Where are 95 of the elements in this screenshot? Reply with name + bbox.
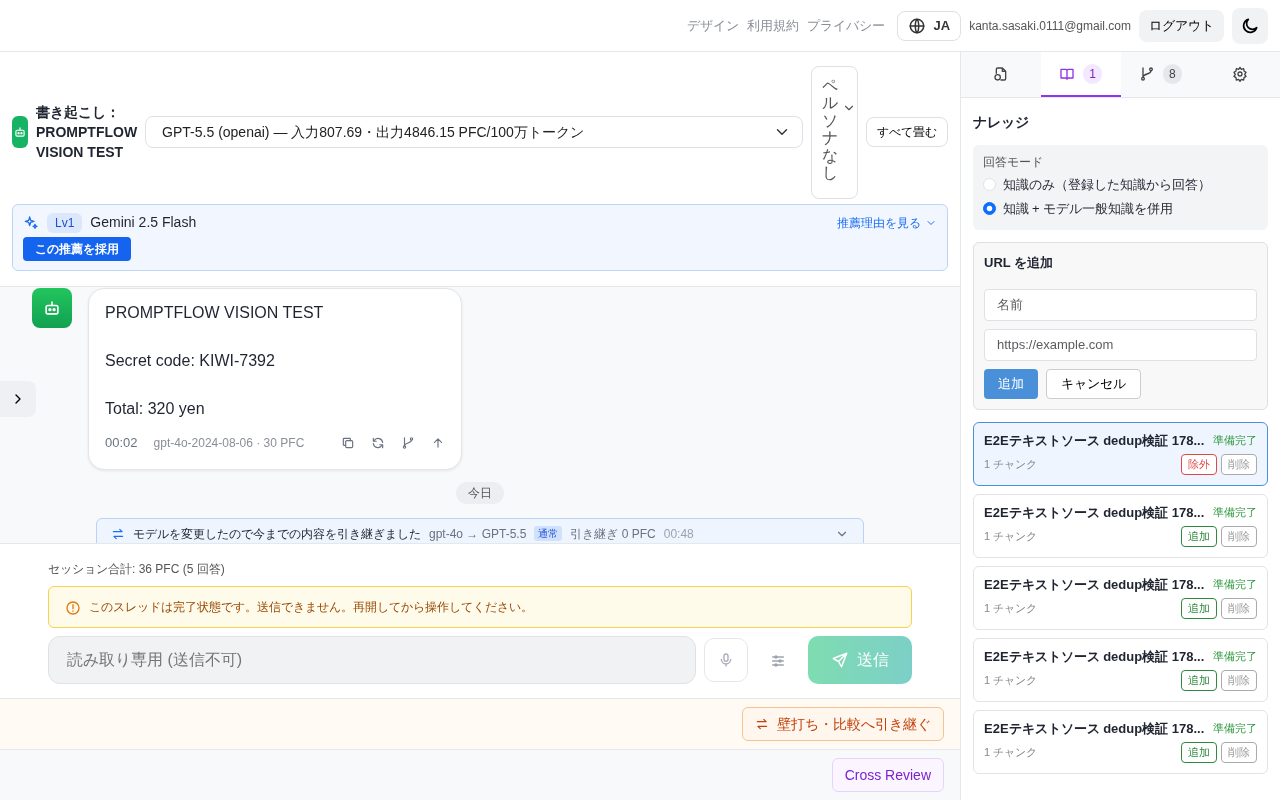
recommended-model: Gemini 2.5 Flash — [90, 213, 197, 232]
chunk-count: 1 チャンク — [984, 745, 1038, 761]
chunk-count: 1 チャンク — [984, 529, 1038, 545]
notice-text: モデルを変更したので今までの内容を引き継ぎました — [133, 525, 421, 543]
branch-icon — [1139, 65, 1156, 82]
radio-label: 知識のみ（登録した知識から回答） — [1002, 177, 1211, 192]
radio-button[interactable] — [983, 201, 996, 215]
handoff-button[interactable]: 壁打ち・比較へ引き継ぐ — [742, 707, 944, 741]
notice-time: 00:48 — [663, 525, 694, 543]
delete-button[interactable]: 削除 — [1221, 742, 1257, 763]
cancel-button[interactable]: キャンセル — [1046, 368, 1141, 399]
alert-icon — [65, 599, 81, 616]
item-status: 準備完了 — [1213, 505, 1257, 520]
add-button[interactable]: 追加 — [984, 368, 1038, 399]
session-total: セッション合計: 36 PFC (5 回答) — [48, 561, 226, 578]
item-status: 準備完了 — [1213, 433, 1257, 448]
collapse-all-button[interactable]: すべて畳む — [866, 117, 948, 147]
footer-link[interactable]: 利用規約 — [746, 15, 799, 36]
carry-cost: 引き継ぎ 0 PFC — [570, 525, 656, 543]
item-title: E2Eテキストソース dedup検証 178... — [984, 647, 1205, 666]
persona-dropdown[interactable]: ペルソナなし — [811, 65, 858, 199]
message-time: 00:02 — [105, 434, 138, 452]
level-badge: Lv1 — [47, 212, 83, 233]
exclude-button[interactable]: 除外 — [1181, 454, 1217, 475]
panel-heading: ナレッジ — [973, 113, 1030, 132]
count-badge: 8 — [1163, 63, 1182, 84]
knowledge-item[interactable]: E2Eテキストソース dedup検証 178... 準備完了 1 チャンク 追加 削除 — [973, 709, 1268, 774]
footer-link[interactable]: プライバシー — [806, 15, 885, 36]
delete-button[interactable]: 削除 — [1221, 526, 1257, 547]
swap-icon — [111, 527, 125, 542]
adopt-button[interactable]: この推薦を採用 — [23, 237, 131, 261]
panel-tab[interactable]: 1 — [1040, 52, 1121, 97]
item-title: E2Eテキストソース dedup検証 178... — [984, 575, 1205, 594]
mic-icon — [718, 652, 734, 668]
panel-tab[interactable]: 8 — [1120, 52, 1201, 97]
count-badge: 1 — [1083, 63, 1102, 84]
date-divider: 今日 — [456, 481, 504, 504]
form-title: URL を追加 — [984, 254, 1055, 272]
item-status: 準備完了 — [1213, 649, 1257, 664]
delete-button[interactable]: 削除 — [1221, 598, 1257, 619]
item-title: E2Eテキストソース dedup検証 178... — [984, 431, 1205, 450]
branch-icon — [401, 435, 415, 450]
include-button[interactable]: 追加 — [1181, 598, 1217, 619]
delete-button[interactable]: 削除 — [1221, 454, 1257, 475]
name-field[interactable]: 名前 — [984, 288, 1257, 321]
settings-icon — [1232, 65, 1249, 82]
file-icon — [992, 65, 1009, 82]
cross-review-button[interactable]: Cross Review — [831, 758, 944, 792]
arrow-up-icon — [431, 435, 445, 450]
knowledge-item[interactable]: E2Eテキストソース dedup検証 178... 準備完了 1 チャンク 追加 削除 — [973, 565, 1268, 630]
include-button[interactable]: 追加 — [1181, 526, 1217, 547]
include-button[interactable]: 追加 — [1181, 670, 1217, 691]
include-button[interactable]: 追加 — [1181, 742, 1217, 763]
message-text: Secret code: KIWI-7392 — [105, 351, 276, 371]
conversation-title: 書き起こし：PROMPTFLOW VISION TEST — [36, 102, 138, 163]
sliders-icon[interactable] — [770, 652, 786, 669]
mic-button[interactable] — [704, 638, 748, 682]
sidebar-toggle[interactable] — [0, 381, 36, 417]
user-email: kanta.sasaki.0111@gmail.com — [969, 17, 1131, 35]
robot-icon — [42, 298, 62, 318]
delete-button[interactable]: 削除 — [1221, 670, 1257, 691]
sparkle-icon — [23, 215, 39, 232]
message-text: Total: 320 yen — [105, 399, 206, 419]
warning-text: このスレッドは完了状態です。送信できません。再開してから操作してください。 — [89, 599, 533, 616]
mode-label: 回答モード — [983, 154, 1044, 171]
copy-icon — [341, 435, 355, 450]
send-icon — [831, 651, 849, 669]
logout-button[interactable]: ログアウト — [1139, 9, 1224, 42]
item-title: E2Eテキストソース dedup検証 178... — [984, 503, 1205, 522]
chunk-count: 1 チャンク — [984, 601, 1038, 617]
radio-label: 知識 + モデル一般知識を併用 — [1002, 200, 1174, 216]
robot-icon — [13, 125, 27, 139]
item-status: 準備完了 — [1213, 577, 1257, 592]
item-status: 準備完了 — [1213, 721, 1257, 736]
globe-icon — [907, 16, 926, 35]
model-select[interactable]: GPT-5.5 (openai) — 入力807.69・出力4846.15 PFC/100万トークン — [145, 116, 804, 148]
refresh-icon — [371, 435, 385, 450]
url-field[interactable]: https://example.com — [984, 328, 1257, 361]
knowledge-item[interactable]: E2Eテキストソース dedup検証 178... 準備完了 1 チャンク 追加 削除 — [973, 493, 1268, 558]
theme-toggle-button[interactable] — [1232, 7, 1268, 44]
footer-link[interactable]: デザイン — [686, 15, 739, 36]
model-transition: gpt-4o → GPT-5.5 — [429, 525, 527, 543]
chunk-count: 1 チャンク — [984, 457, 1038, 473]
message-text: PROMPTFLOW VISION TEST — [105, 303, 325, 323]
chunk-count: 1 チャンク — [984, 673, 1038, 689]
mode-tag: 通常 — [534, 526, 563, 541]
message-meta: gpt-4o-2024-08-06 · 30 PFC — [153, 434, 305, 452]
model-change-notice[interactable]: モデルを変更したので今までの内容を引き継ぎました gpt-4o → GPT-5.5 通常 引き継ぎ 0 PFC 00:48 — [96, 517, 864, 543]
item-title: E2Eテキストソース dedup検証 178... — [984, 719, 1205, 738]
reason-link[interactable]: 推薦理由を見る — [837, 213, 937, 232]
knowledge-item[interactable]: E2Eテキストソース dedup検証 178... 準備完了 1 チャンク 除外 削除 — [973, 421, 1268, 486]
moon-icon — [1240, 15, 1260, 36]
swap-icon — [755, 717, 769, 731]
language-button[interactable]: JA — [896, 10, 962, 41]
knowledge-item[interactable]: E2Eテキストソース dedup検証 178... 準備完了 1 チャンク 追加 削除 — [973, 637, 1268, 702]
